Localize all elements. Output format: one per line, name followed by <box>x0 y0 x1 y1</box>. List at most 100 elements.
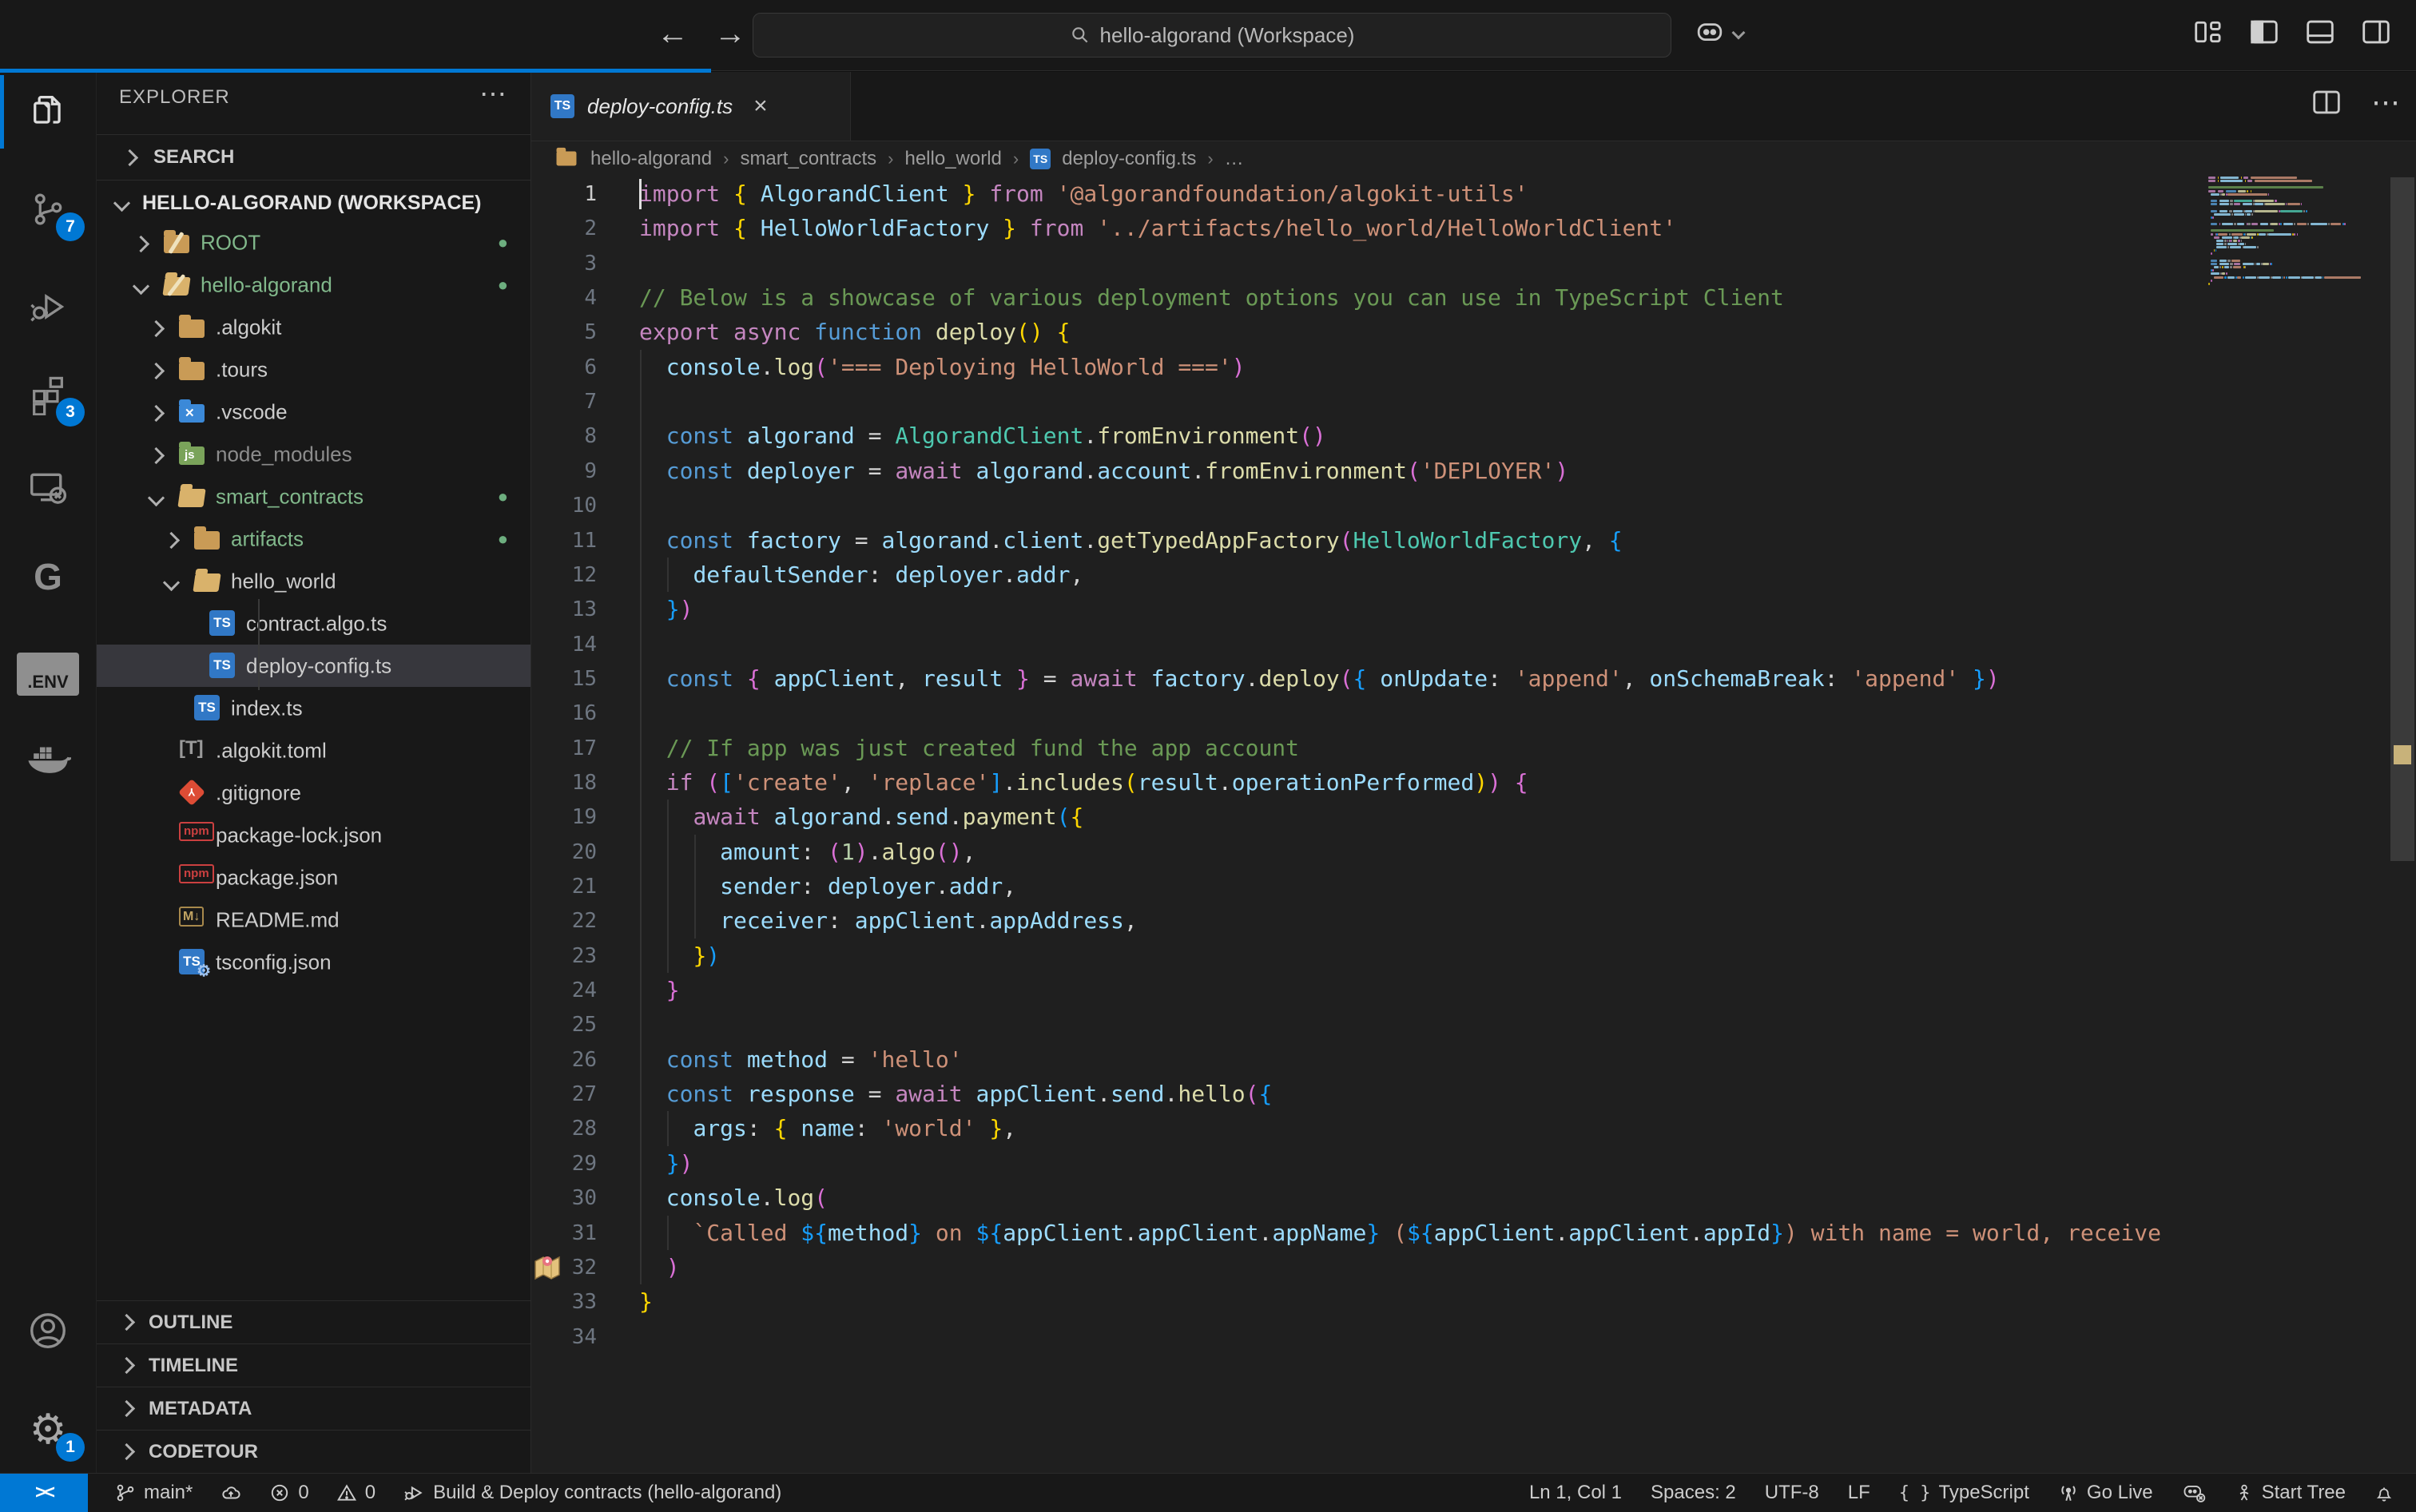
code-line[interactable]: 22 receiver: appClient.appAddress, <box>531 903 2416 939</box>
activity-docker[interactable] <box>0 720 96 797</box>
remote-indicator[interactable]: >< <box>0 1474 88 1512</box>
status-0[interactable]: 0 <box>269 1482 308 1504</box>
line-number[interactable]: 6 <box>531 350 597 385</box>
tree-item--vscode[interactable]: ✕.vscode <box>97 391 530 433</box>
status-cloud[interactable] <box>220 1482 242 1503</box>
code-line[interactable]: 28 args: { name: 'world' }, <box>531 1111 2416 1146</box>
tree-item-package-json[interactable]: npmpackage.json <box>97 856 530 899</box>
line-number[interactable]: 17 <box>531 731 597 766</box>
status-ln-1-col-1[interactable]: Ln 1, Col 1 <box>1529 1482 1622 1504</box>
code-line[interactable]: 13 }) <box>531 592 2416 627</box>
status-start-tree[interactable]: Start Tree <box>2235 1482 2346 1504</box>
code-line[interactable]: 34 <box>531 1320 2416 1355</box>
line-number[interactable]: 7 <box>531 384 597 419</box>
breadcrumb-item[interactable]: smart_contracts <box>740 148 876 170</box>
code-line[interactable]: 17 // If app was just created fund the a… <box>531 731 2416 766</box>
vertical-scrollbar[interactable] <box>2389 177 2416 1444</box>
line-number[interactable]: 4 <box>531 280 597 315</box>
line-number[interactable]: 29 <box>531 1146 597 1181</box>
activity-run-debug[interactable] <box>0 268 96 345</box>
copilot-button[interactable] <box>1692 18 1743 48</box>
code-line[interactable]: 10 <box>531 488 2416 523</box>
activity-remote-explorer[interactable] <box>0 449 96 526</box>
code-line[interactable]: 14 <box>531 627 2416 662</box>
code-line[interactable]: 29 }) <box>531 1146 2416 1181</box>
status-build-deploy-contracts-hello-algorand-[interactable]: Build & Deploy contracts (hello-algorand… <box>403 1482 781 1504</box>
code-line[interactable]: 24 } <box>531 973 2416 1008</box>
tree-item--algokit-toml[interactable]: [T].algokit.toml <box>97 729 530 772</box>
tree-item--gitignore[interactable]: Y.gitignore <box>97 772 530 814</box>
code-line[interactable]: 20 amount: (1).algo(), <box>531 835 2416 870</box>
line-number[interactable]: 25 <box>531 1007 597 1042</box>
tree-item-package-lock-json[interactable]: npmpackage-lock.json <box>97 814 530 856</box>
line-number[interactable]: 20 <box>531 835 597 870</box>
status-typescript[interactable]: { }TypeScript <box>1899 1482 2029 1504</box>
activity-dotenv[interactable]: .ENV <box>0 636 96 712</box>
toggle-panel-icon[interactable] <box>2304 16 2336 48</box>
tree-item--algokit[interactable]: .algokit <box>97 306 530 348</box>
code-line[interactable]: 9 const deployer = await algorand.accoun… <box>531 454 2416 489</box>
tree-item-hello-world[interactable]: hello_world <box>97 560 530 602</box>
status-go-live[interactable]: Go Live <box>2058 1482 2153 1504</box>
toggle-secondary-sidebar-icon[interactable] <box>2360 16 2392 48</box>
tree-item--tours[interactable]: .tours <box>97 348 530 391</box>
breadcrumb-item[interactable]: hello-algorand <box>590 148 712 170</box>
line-number[interactable]: 19 <box>531 800 597 835</box>
line-number[interactable]: 8 <box>531 419 597 454</box>
code-line[interactable]: 30 console.log( <box>531 1181 2416 1216</box>
tree-item-deploy-config-ts[interactable]: TSdeploy-config.ts <box>97 645 530 687</box>
tree-item-readme-md[interactable]: M↓README.md <box>97 899 530 941</box>
code-line[interactable]: 15 const { appClient, result } = await f… <box>531 661 2416 696</box>
tree-item-artifacts[interactable]: artifacts● <box>97 518 530 560</box>
line-number[interactable]: 3 <box>531 246 597 281</box>
minimap[interactable] <box>2202 177 2389 1444</box>
line-number[interactable]: 24 <box>531 973 597 1008</box>
tree-item-root[interactable]: ROOT● <box>97 221 530 264</box>
section-timeline[interactable]: TIMELINE <box>97 1343 530 1387</box>
line-number[interactable]: 28 <box>531 1111 597 1146</box>
toggle-primary-sidebar-icon[interactable] <box>2248 16 2280 48</box>
line-number[interactable]: 16 <box>531 696 597 731</box>
line-number[interactable]: 21 <box>531 869 597 904</box>
code-line[interactable]: 12 defaultSender: deployer.addr, <box>531 558 2416 593</box>
code-line[interactable]: 7 <box>531 384 2416 419</box>
split-editor-icon[interactable] <box>2311 86 2342 118</box>
section-codetour[interactable]: CODETOUR <box>97 1430 530 1473</box>
section-outline[interactable]: OUTLINE <box>97 1300 530 1343</box>
breadcrumb-item[interactable]: deploy-config.ts <box>1062 148 1196 170</box>
line-number[interactable]: 5 <box>531 315 597 350</box>
code-line[interactable]: 23 }) <box>531 939 2416 974</box>
tab-deploy-config[interactable]: TS deploy-config.ts × <box>531 72 851 141</box>
code-line[interactable]: 4// Below is a showcase of various deplo… <box>531 280 2416 315</box>
line-number[interactable]: 14 <box>531 627 597 662</box>
code-editor[interactable]: 1import { AlgorandClient } from '@algora… <box>531 177 2416 1444</box>
code-line[interactable]: 31 `Called ${method} on ${appClient.appC… <box>531 1216 2416 1251</box>
status-spaces-2[interactable]: Spaces: 2 <box>1651 1482 1736 1504</box>
command-center-search[interactable]: hello-algorand (Workspace) <box>753 13 1671 58</box>
line-number[interactable]: 18 <box>531 765 597 800</box>
tree-item-contract-algo-ts[interactable]: TScontract.algo.ts <box>97 602 530 645</box>
section-workspace[interactable]: HELLO-ALGORAND (WORKSPACE) <box>97 181 530 225</box>
activity-explorer[interactable] <box>0 73 96 150</box>
editor-more-actions-icon[interactable]: ⋯ <box>2371 94 2400 110</box>
line-number[interactable]: 34 <box>531 1320 597 1355</box>
breadcrumb-item[interactable]: … <box>1225 148 1244 170</box>
line-number[interactable]: 23 <box>531 939 597 974</box>
code-line[interactable]: 8 const algorand = AlgorandClient.fromEn… <box>531 419 2416 454</box>
customize-layout-icon[interactable] <box>2192 16 2224 48</box>
explorer-more-actions[interactable]: ⋯ <box>479 78 507 110</box>
tab-close-icon[interactable]: × <box>753 93 768 120</box>
activity-gitlens[interactable]: G <box>0 538 96 615</box>
status-0[interactable]: 0 <box>336 1482 376 1504</box>
section-search[interactable]: SEARCH <box>97 134 530 181</box>
activity-settings[interactable]: ⚙ 1 <box>0 1391 96 1468</box>
code-line[interactable]: 1import { AlgorandClient } from '@algora… <box>531 177 2416 212</box>
line-number[interactable]: 12 <box>531 558 597 593</box>
line-number[interactable]: 26 <box>531 1042 597 1077</box>
code-line[interactable]: 25 <box>531 1007 2416 1042</box>
tree-item-smart-contracts[interactable]: smart_contracts● <box>97 475 530 518</box>
activity-extensions[interactable]: 3 <box>0 356 96 433</box>
status-lf[interactable]: LF <box>1848 1482 1870 1504</box>
code-line[interactable]: 21 sender: deployer.addr, <box>531 869 2416 904</box>
line-number[interactable]: 1 <box>531 177 597 212</box>
